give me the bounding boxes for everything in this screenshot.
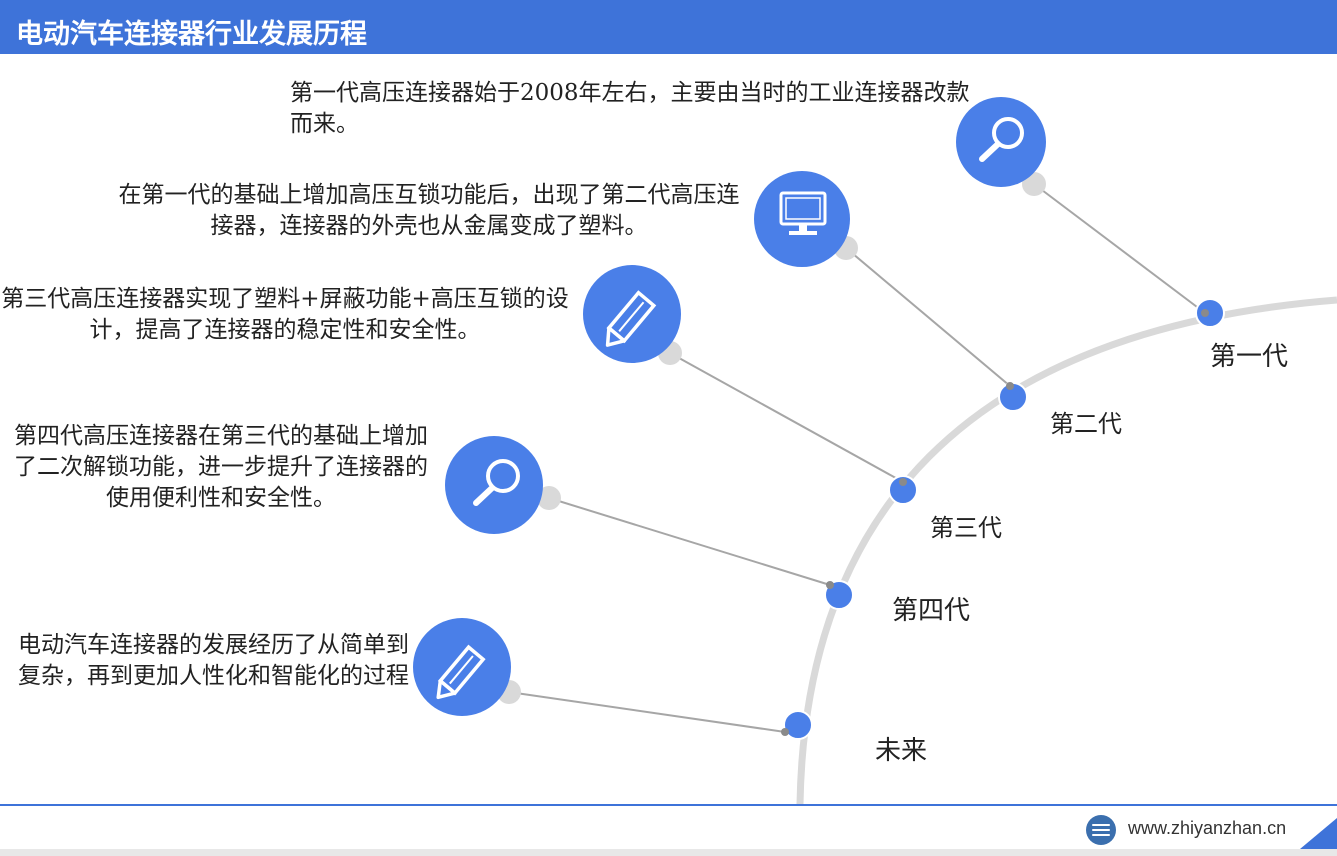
timeline-node-2	[998, 382, 1028, 412]
monitor-icon	[754, 171, 850, 267]
connector-line-1	[1033, 183, 1206, 314]
pencil-icon	[583, 265, 681, 363]
stage-description-4: 第四代高压连接器在第三代的基础上增加了二次解锁功能，进一步提升了连接器的使用便利…	[14, 423, 428, 511]
connector-line-5	[508, 691, 786, 733]
generation-label-2: 第二代	[1050, 410, 1122, 438]
generation-label-4: 第四代	[892, 596, 971, 626]
pencil-icon	[413, 618, 511, 716]
connector-line-3	[669, 352, 904, 483]
magnifier-icon	[445, 436, 543, 534]
connector-line-2	[845, 247, 1011, 387]
timeline-node-3	[888, 475, 918, 505]
timeline-node-4	[824, 580, 854, 610]
generation-label-1: 第一代	[1210, 342, 1289, 372]
generation-label-5: 未来	[875, 736, 928, 766]
footer-bottom-band	[0, 849, 1337, 856]
connector-line-4	[548, 497, 831, 586]
stage-description-2: 在第一代的基础上增加高压互锁功能后，出现了第二代高压连接器，连接器的外壳也从金属…	[118, 182, 740, 239]
zhiyan-logo-icon	[1086, 815, 1116, 845]
timeline-node-1	[1195, 298, 1225, 328]
generation-label-3: 第三代	[930, 514, 1002, 542]
timeline-arc	[796, 296, 1337, 805]
footer-corner-accent	[1300, 818, 1337, 849]
stage-description-3: 第三代高压连接器实现了塑料+屏蔽功能+高压互锁的设计，提高了连接器的稳定性和安全…	[1, 286, 569, 343]
timeline-node-5	[781, 710, 813, 740]
stage-description-1: 第一代高压连接器始于2008年左右，主要由当时的工业连接器改款而来。	[290, 80, 970, 137]
footer-divider	[0, 804, 1337, 806]
stage-description-5: 电动汽车连接器的发展经历了从简单到复杂，再到更加人性化和智能化的过程	[18, 632, 409, 689]
footer-url[interactable]: www.zhiyanzhan.cn	[1128, 818, 1286, 839]
